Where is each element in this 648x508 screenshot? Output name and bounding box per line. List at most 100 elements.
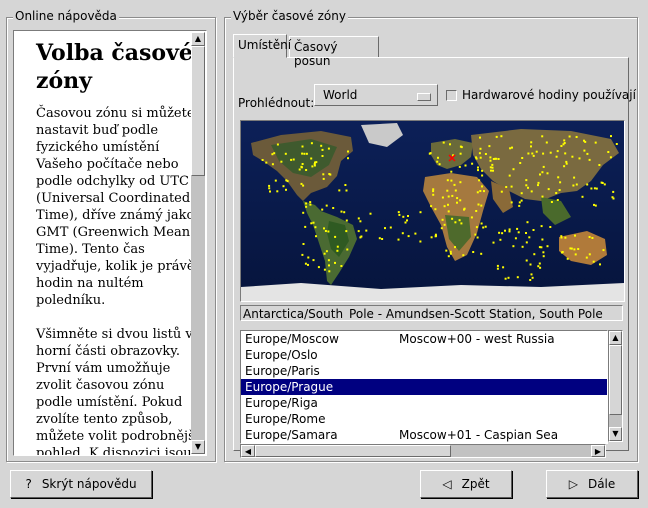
city-dot[interactable] (537, 265, 540, 268)
city-dot[interactable] (593, 187, 596, 190)
city-dot[interactable] (480, 252, 483, 255)
city-dot[interactable] (565, 160, 568, 163)
city-dot[interactable] (274, 179, 277, 182)
city-dot[interactable] (560, 145, 563, 147)
city-dot[interactable] (284, 152, 287, 155)
city-dot[interactable] (555, 192, 558, 194)
city-dot[interactable] (496, 267, 499, 270)
city-dot[interactable] (525, 184, 528, 187)
city-dot[interactable] (436, 160, 439, 163)
city-dot[interactable] (489, 156, 492, 159)
list-vscroll-thumb[interactable] (609, 345, 622, 415)
city-dot[interactable] (345, 230, 348, 233)
city-dot[interactable] (369, 212, 372, 215)
city-dot[interactable] (447, 203, 449, 206)
city-dot[interactable] (577, 248, 580, 250)
city-dot[interactable] (514, 237, 517, 240)
city-dot[interactable] (313, 164, 316, 167)
city-dot[interactable] (564, 236, 567, 239)
city-dot[interactable] (478, 179, 481, 182)
city-dot[interactable] (496, 264, 499, 267)
next-button[interactable]: ▷ Dále (546, 470, 638, 498)
city-dot[interactable] (528, 236, 531, 239)
city-dot[interactable] (508, 230, 511, 233)
city-dot[interactable] (531, 276, 534, 279)
city-dot[interactable] (593, 203, 595, 206)
city-dot[interactable] (478, 152, 481, 155)
city-dot[interactable] (575, 136, 578, 138)
city-dot[interactable] (328, 270, 331, 273)
city-dot[interactable] (530, 145, 532, 148)
city-dot[interactable] (490, 169, 492, 172)
city-dot[interactable] (285, 179, 288, 182)
timezone-row[interactable]: Europe/Moscow Moscow+00 - west Russia (241, 331, 607, 347)
city-dot[interactable] (497, 158, 500, 160)
city-dot[interactable] (401, 232, 404, 235)
city-dot[interactable] (475, 210, 478, 212)
city-dot[interactable] (305, 169, 308, 171)
city-dot[interactable] (328, 264, 330, 267)
city-dot[interactable] (599, 263, 601, 266)
city-dot[interactable] (517, 231, 520, 234)
city-dot[interactable] (321, 208, 324, 211)
city-dot[interactable] (549, 226, 552, 228)
city-dot[interactable] (590, 187, 593, 190)
city-dot[interactable] (612, 197, 615, 200)
city-dot[interactable] (327, 230, 330, 233)
city-dot[interactable] (312, 259, 315, 262)
city-dot[interactable] (347, 150, 349, 153)
city-dot[interactable] (304, 262, 307, 265)
city-dot[interactable] (301, 152, 304, 155)
city-dot[interactable] (407, 215, 409, 217)
city-dot[interactable] (483, 190, 485, 193)
city-dot[interactable] (600, 181, 603, 184)
city-dot[interactable] (491, 163, 494, 166)
city-dot[interactable] (404, 221, 407, 224)
city-dot[interactable] (432, 190, 435, 193)
city-dot[interactable] (498, 231, 501, 234)
city-dot[interactable] (419, 211, 422, 214)
city-dot[interactable] (307, 256, 310, 259)
city-dot[interactable] (541, 238, 544, 241)
city-dot[interactable] (300, 182, 303, 185)
city-dot[interactable] (492, 169, 494, 172)
city-dot[interactable] (480, 204, 483, 207)
city-dot[interactable] (521, 157, 524, 159)
city-dot[interactable] (261, 159, 264, 161)
city-dot[interactable] (301, 163, 304, 165)
city-dot[interactable] (290, 158, 293, 161)
city-dot[interactable] (402, 215, 405, 218)
city-dot[interactable] (430, 205, 433, 208)
city-dot[interactable] (495, 157, 498, 160)
city-dot[interactable] (441, 218, 444, 221)
city-dot[interactable] (450, 179, 453, 182)
city-dot[interactable] (451, 194, 454, 197)
city-dot[interactable] (518, 201, 521, 204)
city-dot[interactable] (530, 190, 533, 193)
city-dot[interactable] (569, 247, 572, 250)
scroll-up-arrow-icon[interactable]: ▲ (191, 32, 205, 46)
city-dot[interactable] (397, 238, 400, 241)
timezone-list[interactable]: Europe/Moscow Moscow+00 - west Russia Euro… (240, 330, 608, 444)
city-dot[interactable] (525, 259, 528, 262)
city-dot[interactable] (563, 139, 566, 142)
city-dot[interactable] (542, 152, 545, 155)
city-dot[interactable] (338, 189, 341, 192)
city-dot[interactable] (406, 219, 408, 222)
tab-utc-offset[interactable]: Časový posun (289, 36, 379, 68)
city-dot[interactable] (527, 152, 530, 155)
city-dot[interactable] (500, 190, 503, 193)
city-dot[interactable] (321, 148, 324, 151)
city-dot[interactable] (477, 169, 479, 172)
city-dot[interactable] (510, 201, 513, 204)
city-dot[interactable] (535, 150, 538, 153)
city-dot[interactable] (530, 273, 533, 276)
city-dot[interactable] (347, 157, 349, 160)
city-dot[interactable] (547, 188, 550, 191)
city-dot[interactable] (456, 201, 458, 204)
city-dot[interactable] (572, 184, 575, 187)
city-dot[interactable] (317, 266, 320, 269)
city-dot[interactable] (588, 236, 591, 238)
city-dot[interactable] (344, 184, 347, 186)
city-dot[interactable] (583, 149, 586, 152)
